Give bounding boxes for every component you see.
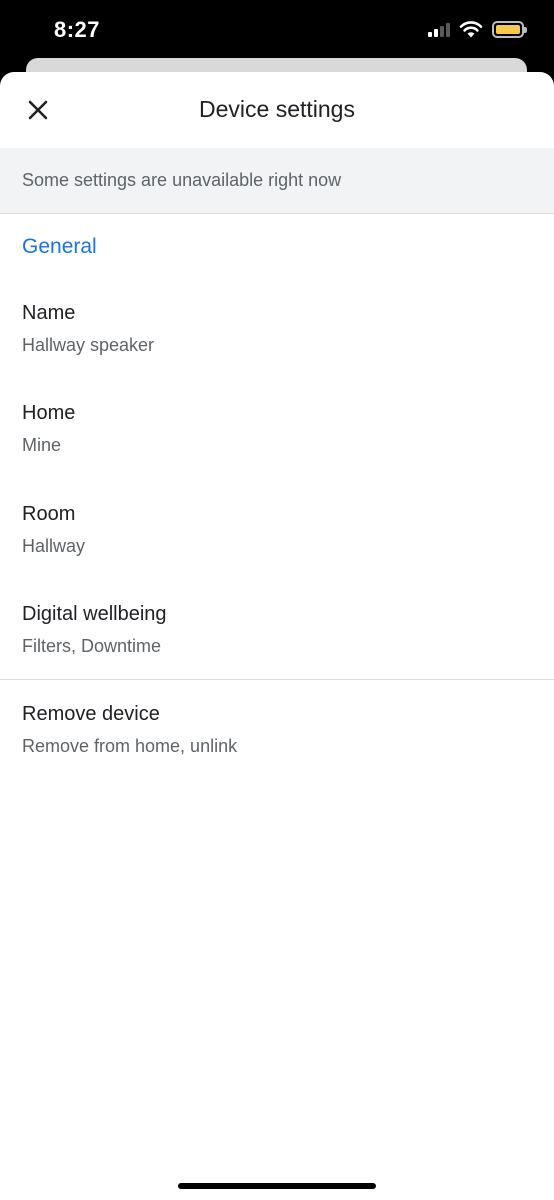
device-settings-sheet: Device settings Some settings are unavai… [0, 72, 554, 1200]
home-indicator[interactable] [178, 1183, 376, 1189]
setting-name-value: Hallway speaker [22, 335, 155, 355]
setting-digital-wellbeing-label: Digital wellbeing [22, 603, 167, 625]
setting-home-value: Mine [22, 435, 62, 455]
setting-home-label: Home [22, 402, 76, 424]
battery-icon [492, 20, 527, 38]
setting-room-label: Room [22, 503, 76, 525]
setting-name-label: Name [22, 302, 76, 324]
banner-text: Some settings are unavailable right now [22, 170, 342, 190]
page-title: Device settings [199, 96, 355, 122]
unavailable-banner: Some settings are unavailable right now [0, 148, 554, 214]
setting-remove-device-value: Remove from home, unlink [22, 736, 238, 756]
section-title: General [22, 234, 97, 258]
status-time: 8:27 [54, 17, 101, 42]
battery-fill [496, 24, 520, 34]
setting-room-value: Hallway [22, 536, 86, 556]
wifi-icon [459, 21, 483, 38]
section-title-general: General [0, 214, 554, 279]
cellular-signal-icon [428, 21, 450, 37]
setting-remove-device-label: Remove device [22, 703, 160, 725]
status-icons [428, 20, 527, 38]
setting-digital-wellbeing-value: Filters, Downtime [22, 636, 162, 656]
setting-remove-device[interactable]: Remove device Remove from home, unlink [0, 680, 554, 780]
setting-name[interactable]: Name Hallway speaker [0, 279, 554, 379]
setting-digital-wellbeing[interactable]: Digital wellbeing Filters, Downtime [0, 579, 554, 679]
sheet-header: Device settings [0, 72, 554, 148]
setting-home[interactable]: Home Mine [0, 379, 554, 479]
status-bar: 8:27 [0, 0, 554, 60]
setting-room[interactable]: Room Hallway [0, 479, 554, 579]
